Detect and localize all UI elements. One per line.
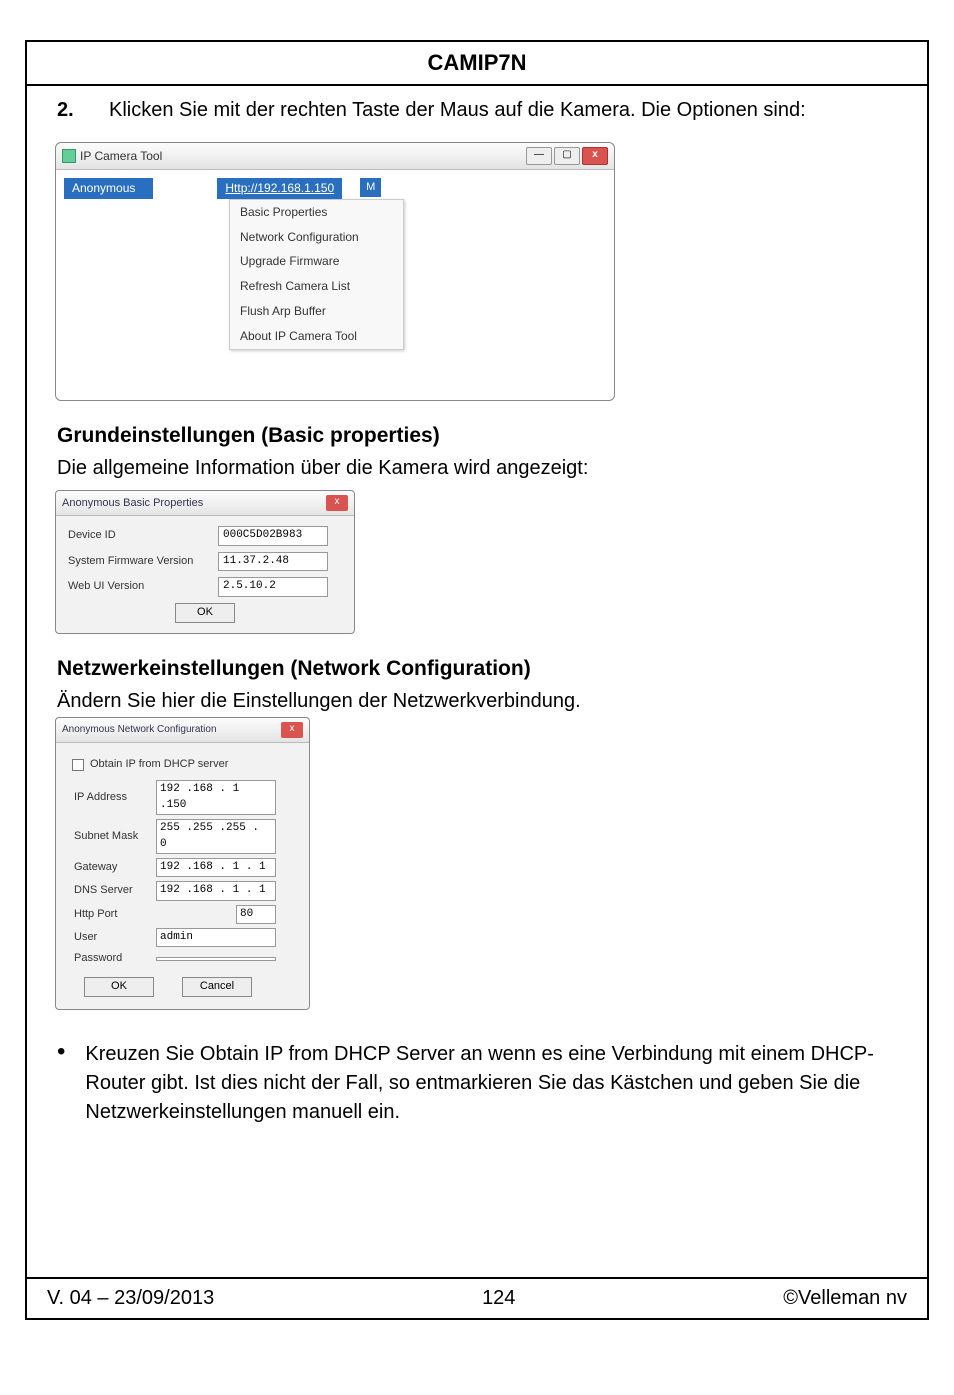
doc-content: 2. Klicken Sie mit der rechten Taste der… [27, 86, 927, 1137]
screenshot-ip-camera-tool: IP Camera Tool — ▢ x Anonymous Http://19… [55, 142, 615, 401]
window-title: IP Camera Tool [80, 148, 162, 165]
doc-header: CAMIP7N [27, 42, 927, 86]
footer-copyright: ©Velleman nv [783, 1287, 907, 1310]
menu-network-configuration[interactable]: Network Configuration [230, 225, 403, 250]
dialog-network-config: Anonymous Network Configuration x Obtain… [55, 717, 310, 1010]
row-ip: IP Address 192 .168 . 1 .150 [68, 780, 297, 815]
label-mask: Subnet Mask [68, 829, 146, 844]
context-menu: Basic Properties Network Configuration U… [229, 199, 404, 350]
dialog-nc-buttons: OK Cancel [68, 977, 297, 997]
value-webui: 2.5.10.2 [218, 577, 328, 596]
menu-flush-arp-buffer[interactable]: Flush Arp Buffer [230, 299, 403, 324]
label-firmware: System Firmware Version [68, 554, 208, 569]
window-body: Anonymous Http://192.168.1.150 M Basic P… [56, 170, 614, 400]
label-user: User [68, 930, 146, 945]
input-port[interactable]: 80 [236, 905, 276, 924]
row-gateway: Gateway 192 .168 . 1 . 1 [68, 858, 297, 877]
dialog-nc-close-button[interactable]: x [281, 722, 303, 738]
row-device-id: Device ID 000C5D02B983 [68, 526, 342, 545]
sub-network-config: Ändern Sie hier die Einstellungen der Ne… [57, 687, 897, 715]
menu-basic-properties[interactable]: Basic Properties [230, 200, 403, 225]
dialog-bp-ok-button[interactable]: OK [175, 603, 235, 623]
row-webui: Web UI Version 2.5.10.2 [68, 577, 342, 596]
dialog-nc-cancel-button[interactable]: Cancel [182, 977, 252, 997]
label-port: Http Port [68, 907, 146, 922]
input-password[interactable] [156, 957, 276, 961]
dialog-nc-title: Anonymous Network Configuration [62, 723, 217, 737]
dhcp-label: Obtain IP from DHCP server [90, 757, 228, 772]
row-mask: Subnet Mask 255 .255 .255 . 0 [68, 819, 297, 854]
bullet-text: Kreuzen Sie Obtain IP from DHCP Server a… [85, 1040, 897, 1127]
step-number: 2. [57, 96, 85, 124]
titlebar-left: IP Camera Tool [62, 148, 162, 165]
app-icon [62, 149, 76, 163]
step-2: 2. Klicken Sie mit der rechten Taste der… [57, 96, 897, 124]
row-password: Password [68, 951, 297, 966]
network-fields: IP Address 192 .168 . 1 .150 Subnet Mask… [68, 780, 297, 967]
dialog-nc-body: Obtain IP from DHCP server IP Address 19… [56, 743, 309, 1009]
close-button[interactable]: x [582, 147, 608, 165]
maximize-button[interactable]: ▢ [554, 147, 580, 165]
label-webui: Web UI Version [68, 579, 208, 594]
step-text: Klicken Sie mit der rechten Taste der Ma… [109, 96, 897, 124]
camera-row: Anonymous Http://192.168.1.150 M [64, 178, 606, 199]
dialog-bp-body: Device ID 000C5D02B983 System Firmware V… [56, 516, 354, 632]
input-ip[interactable]: 192 .168 . 1 .150 [156, 780, 276, 815]
dhcp-row: Obtain IP from DHCP server [72, 757, 297, 772]
dialog-bp-close-button[interactable]: x [326, 495, 348, 511]
label-device-id: Device ID [68, 528, 208, 543]
doc-footer: V. 04 – 23/09/2013 124 ©Velleman nv [27, 1277, 927, 1318]
value-device-id: 000C5D02B983 [218, 526, 328, 545]
bullet-icon: • [57, 1040, 65, 1127]
footer-version: V. 04 – 23/09/2013 [47, 1287, 214, 1310]
value-firmware: 11.37.2.48 [218, 552, 328, 571]
camera-flag: M [360, 178, 381, 197]
sub-basic-properties: Die allgemeine Information über die Kame… [57, 454, 897, 482]
menu-refresh-camera-list[interactable]: Refresh Camera List [230, 274, 403, 299]
menu-about[interactable]: About IP Camera Tool [230, 324, 403, 349]
dialog-nc-titlebar: Anonymous Network Configuration x [56, 718, 309, 743]
dialog-bp-title: Anonymous Basic Properties [62, 496, 203, 511]
input-gateway[interactable]: 192 .168 . 1 . 1 [156, 858, 276, 877]
page-frame: CAMIP7N 2. Klicken Sie mit der rechten T… [25, 40, 929, 1320]
row-firmware: System Firmware Version 11.37.2.48 [68, 552, 342, 571]
doc-title: CAMIP7N [427, 50, 526, 75]
heading-basic-properties: Grundeinstellungen (Basic properties) [57, 421, 897, 450]
window-titlebar: IP Camera Tool — ▢ x [56, 143, 614, 170]
label-ip: IP Address [68, 790, 146, 805]
minimize-button[interactable]: — [526, 147, 552, 165]
label-dns: DNS Server [68, 883, 146, 898]
footer-page-number: 124 [482, 1287, 515, 1310]
dialog-basic-properties: Anonymous Basic Properties x Device ID 0… [55, 490, 355, 633]
dialog-nc-ok-button[interactable]: OK [84, 977, 154, 997]
label-password: Password [68, 951, 146, 966]
label-gateway: Gateway [68, 860, 146, 875]
row-port: Http Port 80 [68, 905, 297, 924]
camera-url[interactable]: Http://192.168.1.150 [217, 178, 342, 199]
row-user: User admin [68, 928, 297, 947]
input-user[interactable]: admin [156, 928, 276, 947]
bullet-item: • Kreuzen Sie Obtain IP from DHCP Server… [57, 1040, 897, 1127]
window-controls: — ▢ x [526, 147, 608, 165]
input-dns[interactable]: 192 .168 . 1 . 1 [156, 881, 276, 900]
dhcp-checkbox[interactable] [72, 759, 84, 771]
input-mask[interactable]: 255 .255 .255 . 0 [156, 819, 276, 854]
heading-network-config: Netzwerkeinstellungen (Network Configura… [57, 654, 897, 683]
camera-name[interactable]: Anonymous [64, 178, 153, 199]
menu-upgrade-firmware[interactable]: Upgrade Firmware [230, 249, 403, 274]
row-dns: DNS Server 192 .168 . 1 . 1 [68, 881, 297, 900]
dialog-bp-titlebar: Anonymous Basic Properties x [56, 491, 354, 516]
